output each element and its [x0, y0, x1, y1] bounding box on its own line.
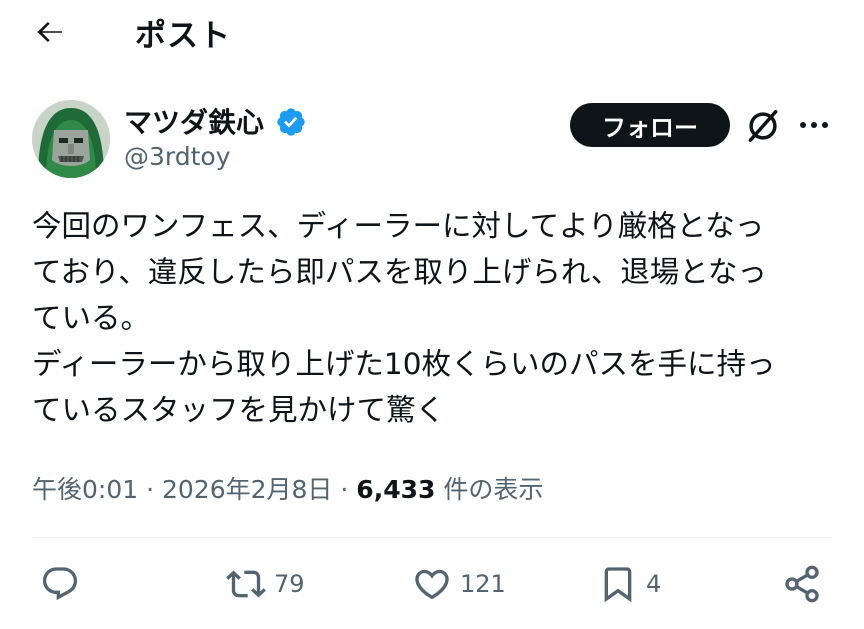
author-name[interactable]: マツダ鉄心	[124, 101, 264, 141]
grok-icon[interactable]	[744, 107, 782, 145]
post-line: ディーラーから取り上げた10枚くらいのパスを手に持っ	[32, 347, 776, 381]
divider	[32, 537, 832, 538]
post-line: 今回のワンフェス、ディーラーに対してより厳格となっ	[32, 209, 765, 243]
reply-button[interactable]	[40, 560, 88, 608]
reply-icon	[42, 567, 78, 601]
share-button[interactable]	[782, 560, 822, 608]
arrow-left-icon[interactable]	[32, 14, 68, 50]
retweet-button[interactable]: 79	[226, 560, 305, 608]
like-count: 121	[460, 570, 506, 598]
heart-icon	[415, 569, 449, 600]
more-options-icon[interactable]	[796, 109, 832, 141]
views-label: 件の表示	[443, 475, 544, 504]
author-handle[interactable]: @3rdtoy	[124, 142, 231, 171]
post-line: ており、違反したら即パスを取り上げられ、退場となっ	[32, 255, 767, 289]
meta-separator: ·	[340, 475, 349, 504]
verified-badge-icon	[277, 108, 305, 136]
retweet-icon	[226, 570, 266, 598]
bookmark-button[interactable]: 4	[598, 560, 661, 608]
page-title: ポスト	[135, 18, 231, 54]
post-text: 今回のワンフェス、ディーラーに対してより厳格となっ ており、違反したら即パスを取…	[32, 203, 832, 433]
bookmark-icon	[604, 567, 632, 603]
like-button[interactable]: 121	[412, 560, 506, 608]
retweet-count: 79	[274, 570, 305, 598]
post-time[interactable]: 午後0:01	[32, 475, 138, 504]
meta-separator: ·	[146, 475, 155, 504]
bookmark-count: 4	[646, 570, 662, 598]
post-date[interactable]: 2026年2月8日	[162, 475, 332, 504]
post-line: ているスタッフを見かけて驚く	[32, 393, 446, 427]
avatar-image	[32, 100, 110, 178]
post-meta: 午後0:01 · 2026年2月8日 · 6,433 件の表示	[32, 470, 543, 506]
share-icon	[785, 565, 819, 603]
post-line: ている。	[32, 301, 151, 335]
views-count: 6,433	[356, 475, 436, 504]
follow-button[interactable]: フォロー	[570, 103, 730, 147]
avatar[interactable]	[32, 100, 110, 178]
